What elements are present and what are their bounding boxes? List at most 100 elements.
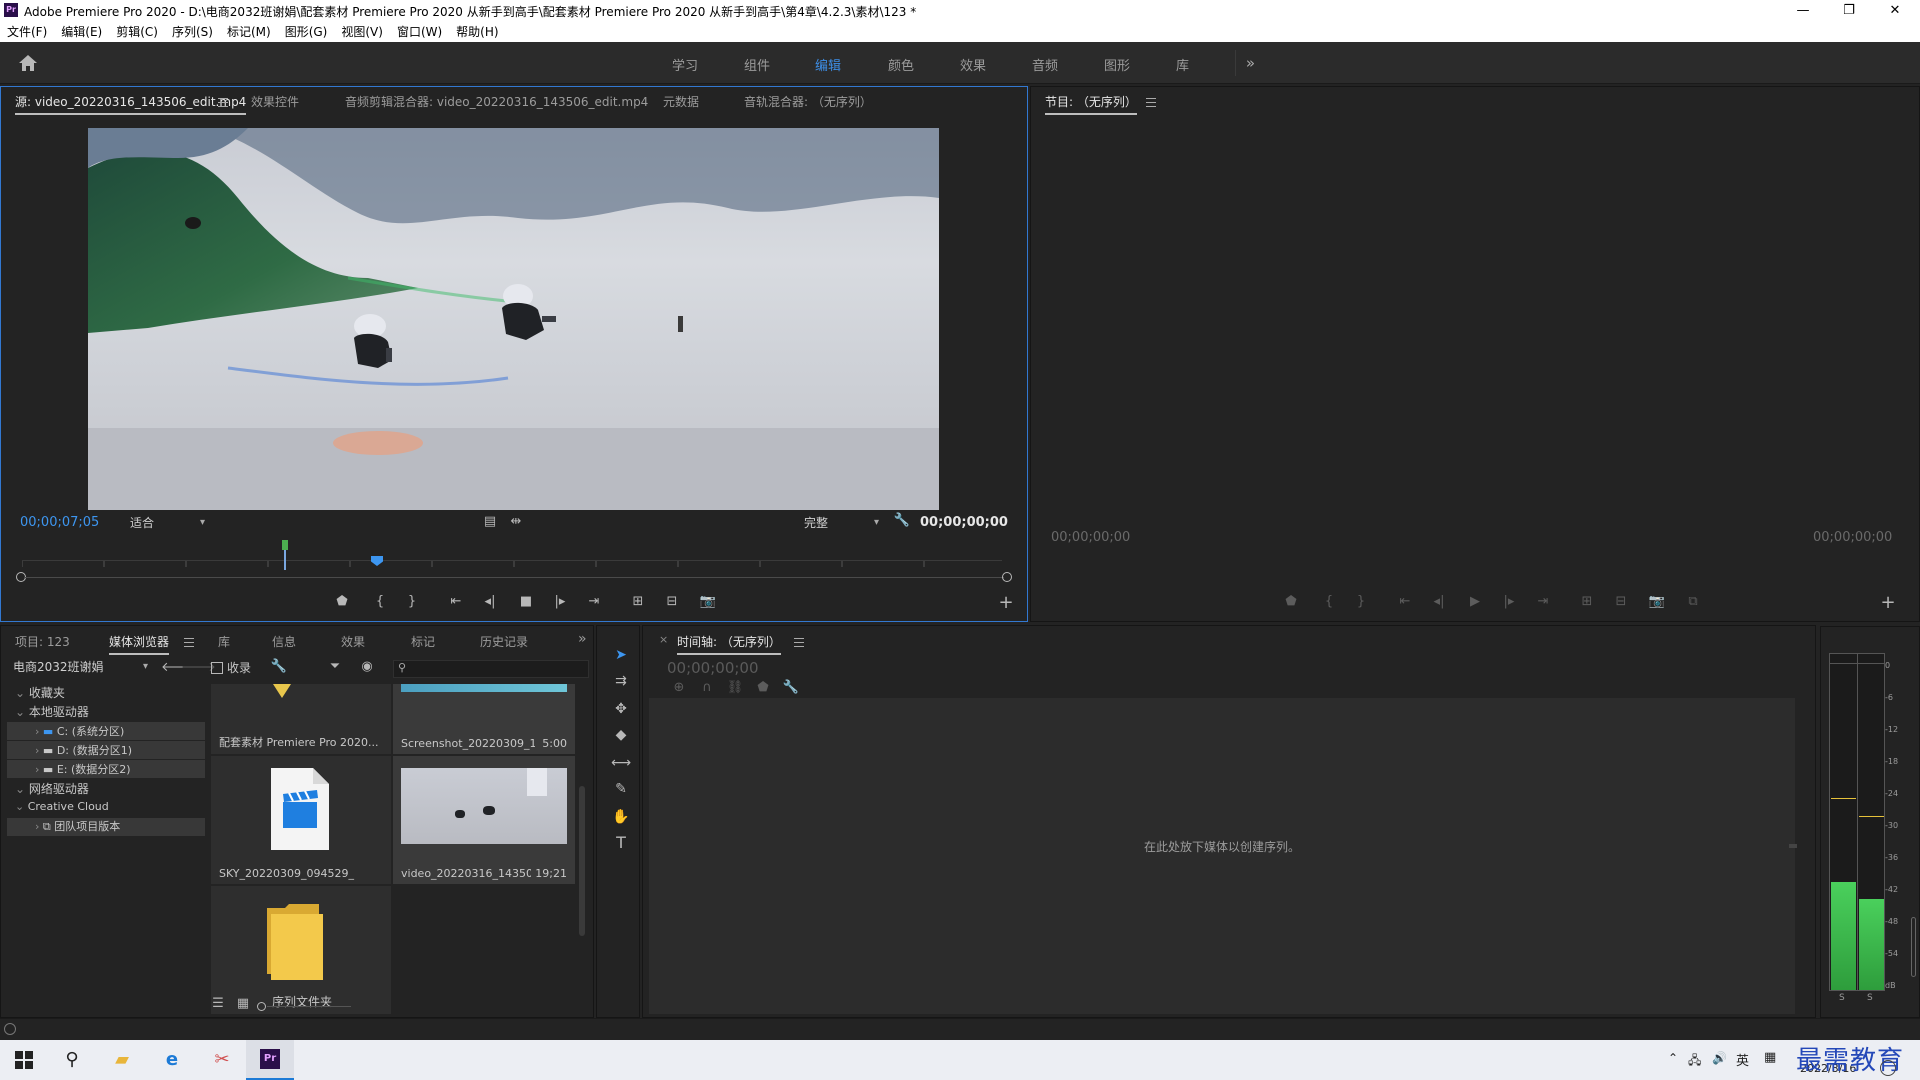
- volume-icon[interactable]: 🔊: [1712, 1051, 1727, 1065]
- menu-markers[interactable]: 标记(M): [220, 22, 278, 42]
- panel-overflow-icon[interactable]: »: [578, 631, 587, 647]
- media-item-video[interactable]: video_20220316_14350... 19;21: [393, 756, 575, 884]
- drag-video-icon[interactable]: ⇹: [506, 514, 526, 529]
- tab-libraries[interactable]: 库: [218, 633, 230, 650]
- selection-tool-icon[interactable]: ➤: [610, 644, 632, 666]
- input-language[interactable]: 英: [1736, 1050, 1749, 1069]
- tree-network-drives[interactable]: ⌄ 网络驱动器: [15, 780, 89, 797]
- timeline-timecode[interactable]: 00;00;00;00: [667, 659, 759, 677]
- stop-icon[interactable]: ■: [516, 594, 536, 609]
- timeline-marker-icon[interactable]: ⬟: [753, 680, 773, 695]
- mark-in-icon[interactable]: {: [370, 594, 390, 609]
- restore-button[interactable]: ❐: [1826, 0, 1872, 22]
- network-icon[interactable]: 🖧: [1688, 1051, 1701, 1072]
- program-add-marker-icon[interactable]: ⬟: [1281, 594, 1301, 609]
- step-forward-icon[interactable]: |▸: [550, 594, 570, 609]
- source-zoom-dropdown[interactable]: 适合: [126, 514, 208, 532]
- tab-markers[interactable]: 标记: [411, 633, 435, 650]
- menu-help[interactable]: 帮助(H): [449, 22, 505, 42]
- list-view-icon[interactable]: ☰: [208, 996, 228, 1011]
- tab-metadata[interactable]: 元数据: [663, 93, 699, 110]
- filter-icon[interactable]: ⏷: [325, 659, 345, 674]
- timeline-vertical-scroll[interactable]: [1789, 844, 1797, 848]
- solo-left-button[interactable]: S: [1839, 993, 1845, 1003]
- tab-source[interactable]: 源: video_20220316_143506_edit.mp4: [15, 93, 247, 115]
- program-export-frame-icon[interactable]: 📷: [1647, 594, 1667, 609]
- workspace-audio[interactable]: 音频: [1032, 55, 1058, 74]
- tab-media-browser[interactable]: 媒体浏览器: [109, 633, 170, 655]
- menu-view[interactable]: 视图(V): [334, 22, 390, 42]
- ingest-settings-wrench-icon[interactable]: 🔧: [269, 659, 289, 674]
- tree-team-projects[interactable]: › ⧉ 团队项目版本: [35, 818, 120, 834]
- source-tab-menu-icon[interactable]: [218, 98, 228, 107]
- source-quality-dropdown[interactable]: 完整: [800, 514, 882, 532]
- tree-creative-cloud[interactable]: ⌄ Creative Cloud: [15, 800, 109, 813]
- in-point-marker[interactable]: [282, 540, 288, 550]
- program-button-editor-icon[interactable]: +: [1878, 592, 1898, 613]
- tree-drive-c[interactable]: › ▬ C: (系统分区): [35, 723, 124, 739]
- slip-tool-icon[interactable]: ⟷: [610, 752, 632, 774]
- add-marker-icon[interactable]: ⬟: [332, 594, 352, 609]
- tree-favorites[interactable]: ⌄ 收藏夹: [15, 684, 65, 701]
- type-tool-icon[interactable]: T: [610, 832, 632, 854]
- program-tab-menu-icon[interactable]: [1146, 98, 1156, 107]
- solo-right-button[interactable]: S: [1867, 993, 1873, 1003]
- source-video-frame[interactable]: [88, 128, 939, 510]
- workspace-assembly[interactable]: 组件: [744, 55, 770, 74]
- media-scrollbar[interactable]: [579, 786, 585, 936]
- workspace-graphics[interactable]: 图形: [1104, 55, 1130, 74]
- tab-history[interactable]: 历史记录: [480, 633, 528, 650]
- view-options-icon[interactable]: ◉: [357, 659, 377, 674]
- tray-chevron-icon[interactable]: ⌃: [1668, 1051, 1678, 1065]
- ingest-checkbox[interactable]: [211, 662, 223, 674]
- ripple-edit-tool-icon[interactable]: ✥: [610, 698, 632, 720]
- lift-icon[interactable]: ⊞: [1577, 594, 1597, 609]
- menu-edit[interactable]: 编辑(E): [54, 22, 109, 42]
- track-select-tool-icon[interactable]: ⇉: [610, 670, 632, 692]
- program-step-back-icon[interactable]: ◂|: [1429, 594, 1449, 609]
- thumbnail-size-slider[interactable]: [267, 1006, 351, 1007]
- location-dropdown[interactable]: 电商2032班谢娟: [9, 658, 151, 676]
- media-item-screenshot[interactable]: Screenshot_20220309_14... 5:00: [393, 684, 575, 754]
- search-icon[interactable]: ⚲: [48, 1040, 96, 1080]
- minimize-button[interactable]: —: [1780, 0, 1826, 22]
- forward-icon[interactable]: 🡒: [181, 659, 216, 675]
- timeline-close-icon[interactable]: ×: [659, 633, 668, 646]
- workspace-libraries[interactable]: 库: [1176, 55, 1189, 74]
- step-back-icon[interactable]: ◂|: [480, 594, 500, 609]
- menu-file[interactable]: 文件(F): [0, 22, 54, 42]
- export-frame-icon[interactable]: 📷: [698, 594, 718, 609]
- timeline-drop-area[interactable]: 在此处放下媒体以创建序列。: [649, 698, 1795, 1014]
- tree-drive-e[interactable]: › ▬ E: (数据分区2): [35, 761, 131, 777]
- program-play-icon[interactable]: ▶: [1465, 594, 1485, 609]
- program-mark-in-icon[interactable]: {: [1319, 594, 1339, 609]
- workspace-learn[interactable]: 学习: [672, 55, 698, 74]
- program-step-forward-icon[interactable]: |▸: [1499, 594, 1519, 609]
- source-button-editor-icon[interactable]: +: [996, 592, 1016, 613]
- zoom-scrollbar[interactable]: [24, 577, 1004, 578]
- go-to-in-icon[interactable]: ⇤: [446, 594, 466, 609]
- program-go-to-in-icon[interactable]: ⇤: [1395, 594, 1415, 609]
- mark-out-icon[interactable]: }: [402, 594, 422, 609]
- nest-icon[interactable]: ⊕: [669, 680, 689, 695]
- insert-icon[interactable]: ⊞: [628, 594, 648, 609]
- menu-clip[interactable]: 剪辑(C): [109, 22, 165, 42]
- extract-icon[interactable]: ⊟: [1611, 594, 1631, 609]
- media-item-sky[interactable]: SKY_20220309_094529_: [211, 756, 391, 884]
- tab-project[interactable]: 项目: 123: [15, 633, 70, 650]
- file-explorer-icon[interactable]: ▰: [98, 1040, 146, 1080]
- razor-tool-icon[interactable]: ◆: [610, 724, 632, 746]
- snap-icon[interactable]: ∩: [697, 680, 717, 695]
- program-go-to-out-icon[interactable]: ⇥: [1533, 594, 1553, 609]
- workspace-color[interactable]: 颜色: [888, 55, 914, 74]
- media-search-input[interactable]: ⚲: [393, 660, 589, 678]
- tree-local-drives[interactable]: ⌄ 本地驱动器: [15, 703, 89, 720]
- go-to-out-icon[interactable]: ⇥: [584, 594, 604, 609]
- tab-effect-controls[interactable]: 效果控件: [251, 93, 299, 110]
- tab-audio-track-mixer[interactable]: 音轨混合器: （无序列）: [744, 93, 872, 110]
- safe-margins-icon[interactable]: ▤: [480, 514, 500, 529]
- workspace-editing[interactable]: 编辑: [815, 55, 841, 74]
- icon-view-icon[interactable]: ▦: [233, 996, 253, 1011]
- windows-start-icon[interactable]: [0, 1040, 48, 1080]
- workspace-effects[interactable]: 效果: [960, 55, 986, 74]
